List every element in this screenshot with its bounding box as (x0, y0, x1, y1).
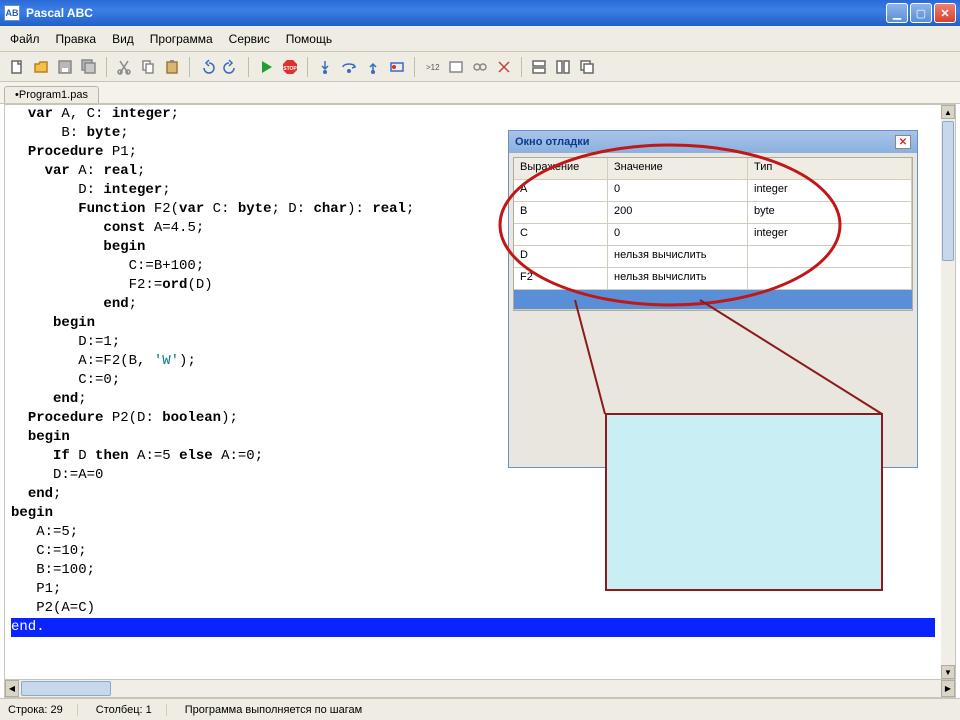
open-file-button[interactable] (30, 56, 52, 78)
copy-button[interactable] (137, 56, 159, 78)
debug-close-button[interactable]: ✕ (895, 135, 911, 149)
window-tile-h-button[interactable] (528, 56, 550, 78)
menu-program[interactable]: Программа (142, 28, 221, 50)
file-tab-program1[interactable]: •Program1.pas (4, 86, 99, 103)
window-cascade-button[interactable] (576, 56, 598, 78)
tab-strip: •Program1.pas (0, 82, 960, 104)
debug-cell (748, 246, 912, 267)
new-file-button[interactable] (6, 56, 28, 78)
svg-text:>123: >123 (426, 63, 440, 72)
close-button[interactable]: ✕ (934, 3, 956, 23)
menu-edit[interactable]: Правка (48, 28, 105, 50)
debug-cell: integer (748, 180, 912, 201)
scroll-down-button[interactable]: ▼ (941, 665, 955, 679)
menu-help[interactable]: Помощь (278, 28, 340, 50)
code-line: end. (11, 618, 935, 637)
redo-button[interactable] (220, 56, 242, 78)
status-message: Программа выполняется по шагам (185, 704, 362, 716)
watch-button[interactable]: >123 (421, 56, 443, 78)
undo-button[interactable] (196, 56, 218, 78)
debug-cell: 0 (608, 224, 748, 245)
title-bar: AB Pascal ABC ▁ ▢ ✕ (0, 0, 960, 26)
debug-title: Окно отладки (515, 136, 590, 148)
cut-button[interactable] (113, 56, 135, 78)
link-button[interactable] (469, 56, 491, 78)
annotation-callout-box (605, 413, 883, 591)
step-out-button[interactable] (362, 56, 384, 78)
stop-button[interactable]: STOP (279, 56, 301, 78)
debug-cell: нельзя вычислить (608, 268, 748, 289)
save-all-button[interactable] (78, 56, 100, 78)
window-title: Pascal ABC (26, 6, 93, 20)
window-tile-v-button[interactable] (552, 56, 574, 78)
svg-text:STOP: STOP (283, 66, 297, 72)
app-icon: AB (4, 5, 20, 21)
status-line: Строка: 29 (8, 704, 78, 716)
delete-button[interactable] (493, 56, 515, 78)
debug-title-bar[interactable]: Окно отладки ✕ (509, 131, 917, 153)
debug-col-type[interactable]: Тип (748, 158, 912, 179)
debug-row[interactable]: A0integer (514, 180, 912, 202)
debug-col-value[interactable]: Значение (608, 158, 748, 179)
horizontal-scrollbar[interactable]: ◀ ▶ (4, 680, 956, 698)
debug-cell: C (514, 224, 608, 245)
scroll-thumb[interactable] (942, 121, 954, 261)
status-column: Столбец: 1 (96, 704, 167, 716)
code-line: P2(A=C) (11, 599, 935, 618)
debug-row[interactable]: C0integer (514, 224, 912, 246)
scroll-right-button[interactable]: ▶ (941, 680, 955, 697)
debug-selected-row[interactable] (514, 290, 912, 310)
step-into-button[interactable] (314, 56, 336, 78)
minimize-button[interactable]: ▁ (886, 3, 908, 23)
debug-cell: F2 (514, 268, 608, 289)
hscroll-thumb[interactable] (21, 681, 111, 696)
debug-row[interactable]: B200byte (514, 202, 912, 224)
code-line: var A, C: integer; (11, 105, 935, 124)
vertical-scrollbar[interactable]: ▲ ▼ (941, 105, 955, 679)
debug-cell: A (514, 180, 608, 201)
scroll-up-button[interactable]: ▲ (941, 105, 955, 119)
breakpoint-button[interactable] (386, 56, 408, 78)
save-button[interactable] (54, 56, 76, 78)
debug-cell: integer (748, 224, 912, 245)
step-over-button[interactable] (338, 56, 360, 78)
scroll-left-button[interactable]: ◀ (5, 680, 19, 697)
debug-cell (748, 268, 912, 289)
menu-view[interactable]: Вид (104, 28, 142, 50)
debug-cell: 0 (608, 180, 748, 201)
status-bar: Строка: 29 Столбец: 1 Программа выполняе… (0, 698, 960, 720)
maximize-button[interactable]: ▢ (910, 3, 932, 23)
menu-service[interactable]: Сервис (221, 28, 278, 50)
menu-file[interactable]: Файл (2, 28, 48, 50)
console-button[interactable] (445, 56, 467, 78)
debug-cell: 200 (608, 202, 748, 223)
toolbar: STOP >123 (0, 52, 960, 82)
debug-header-row: Выражение Значение Тип (514, 158, 912, 180)
run-button[interactable] (255, 56, 277, 78)
menu-bar: Файл Правка Вид Программа Сервис Помощь (0, 26, 960, 52)
debug-cell: byte (748, 202, 912, 223)
debug-cell: B (514, 202, 608, 223)
debug-cell: D (514, 246, 608, 267)
paste-button[interactable] (161, 56, 183, 78)
debug-table: Выражение Значение Тип A0integerB200byte… (513, 157, 913, 311)
debug-row[interactable]: F2нельзя вычислить (514, 268, 912, 290)
debug-col-expression[interactable]: Выражение (514, 158, 608, 179)
debug-row[interactable]: Dнельзя вычислить (514, 246, 912, 268)
debug-cell: нельзя вычислить (608, 246, 748, 267)
